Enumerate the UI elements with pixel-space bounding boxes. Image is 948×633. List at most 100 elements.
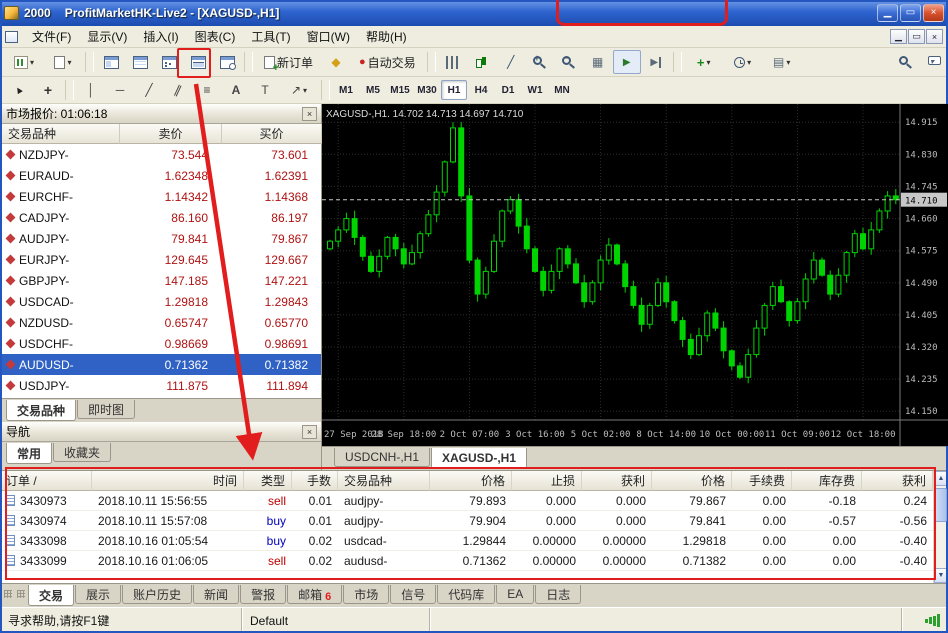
minimize-button[interactable]: ▁ — [877, 4, 898, 22]
terminal-column-header[interactable]: 手数 — [292, 471, 338, 491]
navigator-tab-0[interactable]: 常用 — [6, 443, 53, 464]
arrows-button[interactable]: ↗ ▾ — [280, 78, 318, 102]
timeframe-m1[interactable]: M1 — [333, 80, 359, 100]
market-watch-tab-0[interactable]: 交易品种 — [6, 400, 77, 421]
terminal-tab-9[interactable]: EA — [496, 585, 535, 604]
terminal-tab-2[interactable]: 账户历史 — [122, 585, 193, 604]
mdi-close-button[interactable]: × — [926, 29, 943, 44]
close-icon[interactable]: × — [302, 106, 317, 121]
terminal-toggle-button[interactable] — [184, 50, 212, 74]
terminal-column-header[interactable]: 价格 — [652, 471, 732, 491]
terminal-tab-3[interactable]: 新闻 — [193, 585, 240, 604]
horizontal-line-button[interactable]: ─ — [106, 78, 134, 102]
market-watch-tab-1[interactable]: 即时图 — [77, 400, 136, 419]
tile-windows-button[interactable]: ▦ — [584, 50, 612, 74]
data-window-toggle-button[interactable] — [126, 50, 154, 74]
navigator-toggle-button[interactable] — [155, 50, 183, 74]
text-label-button[interactable]: T — [251, 78, 279, 102]
profiles-button[interactable]: ▾ — [44, 50, 82, 74]
terminal-column-header[interactable]: 库存费 — [792, 471, 862, 491]
metaeditor-button[interactable]: ◆ — [322, 50, 350, 74]
strategy-tester-button[interactable] — [213, 50, 241, 74]
terminal-tab-5[interactable]: 邮箱 6 — [287, 585, 343, 604]
menu-item-2[interactable]: 插入(I) — [135, 26, 186, 47]
market-watch-row[interactable]: GBPJPY- 147.185 147.221 — [0, 270, 321, 291]
timeframe-m15[interactable]: M15 — [387, 80, 413, 100]
autotrading-button[interactable]: ● 自动交易 — [351, 50, 424, 74]
new-chart-button[interactable]: ▾ — [5, 50, 43, 74]
new-order-button[interactable]: 新订单 — [256, 50, 321, 74]
trendline-button[interactable]: ╱ — [135, 78, 163, 102]
bar-chart-type-button[interactable] — [439, 50, 467, 74]
order-cell[interactable]: 3430973 — [0, 491, 92, 511]
menu-item-1[interactable]: 显示(V) — [79, 26, 135, 47]
terminal-tab-1[interactable]: 展示 — [75, 585, 122, 604]
market-watch-row[interactable]: USDCAD- 1.29818 1.29843 — [0, 291, 321, 312]
mdi-restore-button[interactable]: ▭ — [908, 29, 925, 44]
terminal-column-header[interactable]: 止损 — [512, 471, 582, 491]
candlestick-chart-type-button[interactable] — [468, 50, 496, 74]
order-cell[interactable]: 3433098 — [0, 531, 92, 551]
market-watch-row[interactable]: USDCHF- 0.98669 0.98691 — [0, 333, 321, 354]
market-watch-row[interactable]: NZDUSD- 0.65747 0.65770 — [0, 312, 321, 333]
market-watch-row[interactable]: EURJPY- 129.645 129.667 — [0, 249, 321, 270]
terminal-column-header[interactable]: 交易品种 — [338, 471, 430, 491]
terminal-tab-0[interactable]: 交易 — [28, 585, 75, 606]
chart-tab-0[interactable]: USDCNH-,H1 — [334, 448, 431, 467]
scrollbar-track[interactable] — [934, 486, 948, 568]
templates-button[interactable]: ▤ ▾ — [763, 50, 801, 74]
status-profile[interactable]: Default — [242, 608, 430, 633]
terminal-scrollbar[interactable]: ▲ ▼ — [933, 471, 948, 583]
market-watch-row[interactable]: EURCHF- 1.14342 1.14368 — [0, 186, 321, 207]
menu-item-3[interactable]: 图表(C) — [187, 26, 244, 47]
channel-button[interactable]: ∥ — [164, 78, 192, 102]
timeframe-mn[interactable]: MN — [549, 80, 575, 100]
market-watch-column-header[interactable]: 买价 — [222, 124, 322, 144]
scroll-down-icon[interactable]: ▼ — [934, 568, 948, 583]
terminal-column-header[interactable]: 手续费 — [732, 471, 792, 491]
scroll-up-icon[interactable]: ▲ — [934, 471, 948, 486]
terminal-column-header[interactable]: 获利 — [582, 471, 652, 491]
menu-item-0[interactable]: 文件(F) — [24, 26, 79, 47]
crosshair-button[interactable]: + — [34, 78, 62, 102]
market-watch-row[interactable]: CADJPY- 86.160 86.197 — [0, 207, 321, 228]
navigator-tab-1[interactable]: 收藏夹 — [53, 443, 112, 462]
auto-scroll-button[interactable]: ▶ — [612, 50, 641, 74]
vertical-line-button[interactable]: │ — [77, 78, 105, 102]
menu-item-4[interactable]: 工具(T) — [243, 26, 298, 47]
terminal-column-header[interactable]: 获利 — [862, 471, 933, 491]
menu-item-6[interactable]: 帮助(H) — [358, 26, 415, 47]
timeframe-m30[interactable]: M30 — [414, 80, 440, 100]
restore-button[interactable]: ▭ — [900, 4, 921, 22]
market-watch-row[interactable]: EURAUD- 1.62348 1.62391 — [0, 165, 321, 186]
market-watch-row[interactable]: AUDUSD- 0.71362 0.71382 — [0, 354, 321, 375]
timeframe-h4[interactable]: H4 — [468, 80, 494, 100]
chart-tab-1[interactable]: XAGUSD-,H1 — [431, 448, 528, 469]
close-button[interactable]: × — [923, 4, 944, 22]
market-watch-column-header[interactable]: 卖价 — [120, 124, 222, 144]
timeframe-m5[interactable]: M5 — [360, 80, 386, 100]
fibonacci-button[interactable]: ≡ — [193, 78, 221, 102]
scrollbar-thumb[interactable] — [935, 488, 947, 522]
terminal-column-header[interactable]: 订单 / — [0, 471, 92, 491]
close-icon[interactable]: × — [302, 424, 317, 439]
timeframe-w1[interactable]: W1 — [522, 80, 548, 100]
terminal-tab-6[interactable]: 市场 — [343, 585, 390, 604]
chat-button[interactable] — [920, 50, 948, 74]
indicators-button[interactable]: + ▾ — [685, 50, 723, 74]
zoom-in-button[interactable] — [526, 50, 554, 74]
terminal-column-header[interactable]: 类型 — [244, 471, 292, 491]
terminal-tab-8[interactable]: 代码库 — [437, 585, 496, 604]
order-cell[interactable]: 3433099 — [0, 551, 92, 571]
search-button[interactable] — [891, 50, 919, 74]
terminal-tab-7[interactable]: 信号 — [390, 585, 437, 604]
mdi-minimize-button[interactable]: ▁ — [890, 29, 907, 44]
market-watch-column-header[interactable]: 交易品种 — [0, 124, 120, 144]
chart-shift-button[interactable]: ▶ — [642, 50, 670, 74]
terminal-tab-10[interactable]: 日志 — [535, 585, 582, 604]
market-watch-row[interactable]: USDJPY- 111.875 111.894 — [0, 375, 321, 396]
market-watch-toggle-button[interactable] — [97, 50, 125, 74]
chart-canvas[interactable]: 27 Sep 201828 Sep 18:00 2 Oct 07:00 3 Oct … — [322, 104, 948, 446]
market-watch-row[interactable]: AUDJPY- 79.841 79.867 — [0, 228, 321, 249]
order-cell[interactable]: 3430974 — [0, 511, 92, 531]
